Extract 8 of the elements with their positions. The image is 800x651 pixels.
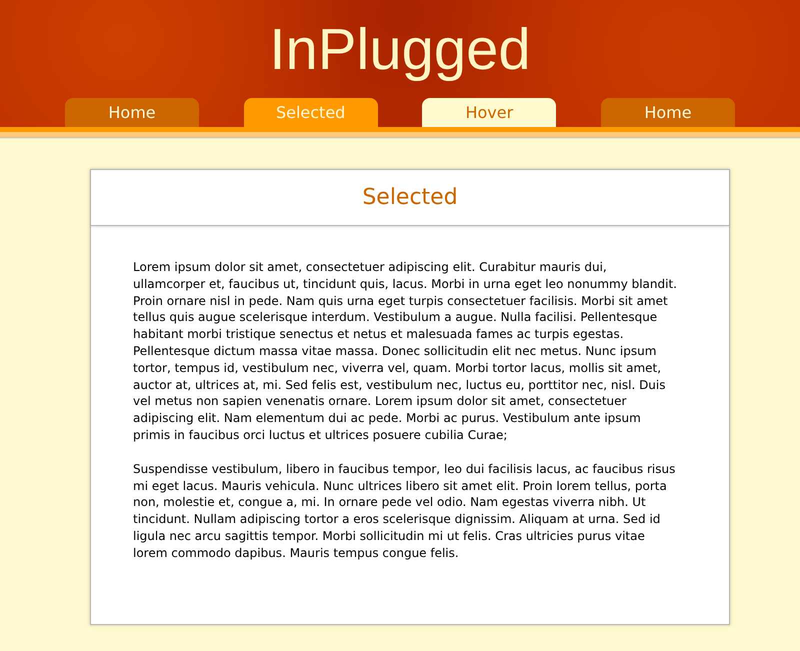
nav-tab[interactable]: Home bbox=[600, 98, 735, 127]
content-heading: Selected bbox=[362, 186, 458, 208]
nav-tab[interactable]: Hover bbox=[422, 98, 556, 127]
site-title: InPlugged bbox=[269, 21, 531, 79]
nav-tab[interactable]: Home bbox=[65, 98, 199, 127]
body-paragraph: Suspendisse vestibulum, libero in faucibus tempor, leo dui facilisis lacus, ac faucibus risus mi eget lacus. Mauris vehicula. Nunc ultrices libero sit amet elit. Proin lorem tellus, porta non, molestie et, congue a, mi. In ornare pede vel odio. Nam egestas viverra nibh. Ut tincidunt. Nullam adipiscing tortor a eros scelerisque dignissim. Aliquam at urna. Sed id ligula nec arcu sagittis tempor. Morbi sollicitudin mi ut felis. Cras ultricies purus vitae lorem commodo dapibus. Mauris tempus congue felis. bbox=[133, 460, 676, 562]
nav-tab[interactable]: Selected bbox=[244, 98, 378, 127]
body-paragraph: Lorem ipsum dolor sit amet, consectetuer adipiscing elit. Curabitur mauris dui, ullamcorper et, faucibus ut, tincidunt quis, lacus. Morbi in urna eget leo nonummy blandit. Proin ornare nisl in pede. Nam quis urna eget turpis consectetuer facilisis. Morbi sit amet tellus quis augue scelerisque interdum. Vestibulum a augue. Nulla facilisi. Pellentesque habitant morbi tristique senectus et netus et malesuada fames ac turpis egestas. Pellentesque dictum massa vitae massa. Donec sollicitudin elit nec metus. Nunc ipsum tortor, tempus id, vestibulum nec, viverra vel, quam. Morbi tortor lacus, mollis sit amet, auctor at, ultrices at, mi. Sed felis est, vestibulum nec, luctus eu, porttitor nec, nisl. Duis vel metus non sapien venenatis ornare. Lorem ipsum dolor sit amet, consectetuer adipiscing elit. Nam elementum dui ac pede. Morbi ac purus. Vestibulum ante ipsum primis in faucibus orci luctus et ultrices posuere cubilia Curae; bbox=[133, 259, 678, 444]
